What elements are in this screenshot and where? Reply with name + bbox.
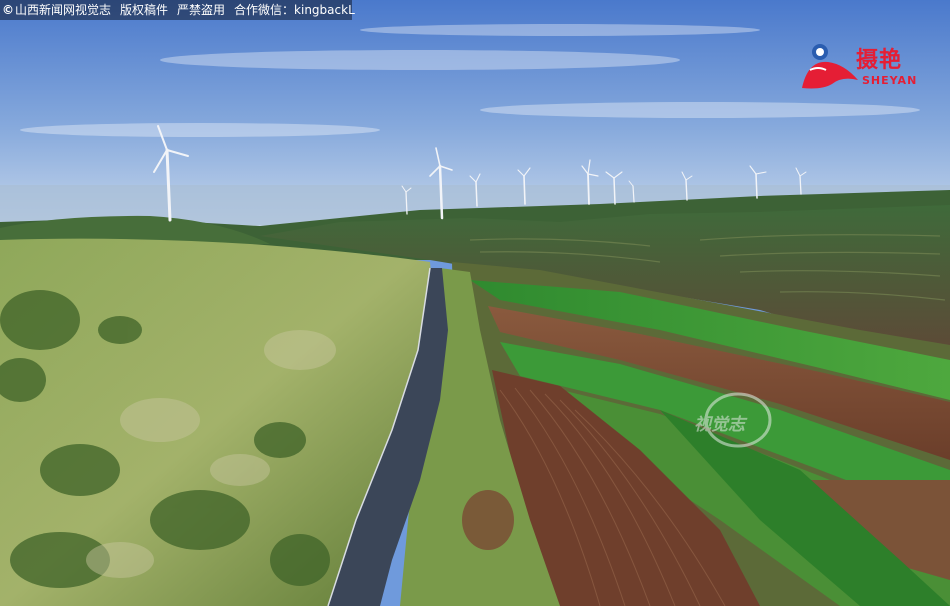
logo-title-en: SHEYAN	[862, 74, 918, 87]
landscape-photo: © 山西新闻网视觉志 版权稿件 严禁盗用 合作微信：kingbackL 摄艳 S…	[0, 0, 950, 606]
sheyan-logo: 摄艳 SHEYAN	[798, 40, 924, 96]
logo-mascot-icon	[802, 44, 858, 89]
copyright-caption-bar: © 山西新闻网视觉志 版权稿件 严禁盗用 合作微信：kingbackL	[0, 0, 355, 20]
caption-contact: 合作微信：kingbackL	[234, 3, 355, 17]
watermark-text: 视觉志	[694, 415, 745, 435]
caption-rights: 版权稿件	[120, 3, 169, 17]
dirt-patch	[462, 490, 514, 550]
caption-source: 山西新闻网视觉志	[15, 3, 112, 17]
caption-warning: 严禁盗用	[177, 3, 226, 17]
copyright-symbol: ©	[2, 3, 14, 17]
watermark: 视觉志	[688, 384, 788, 464]
logo-title-cn: 摄艳	[856, 48, 903, 73]
